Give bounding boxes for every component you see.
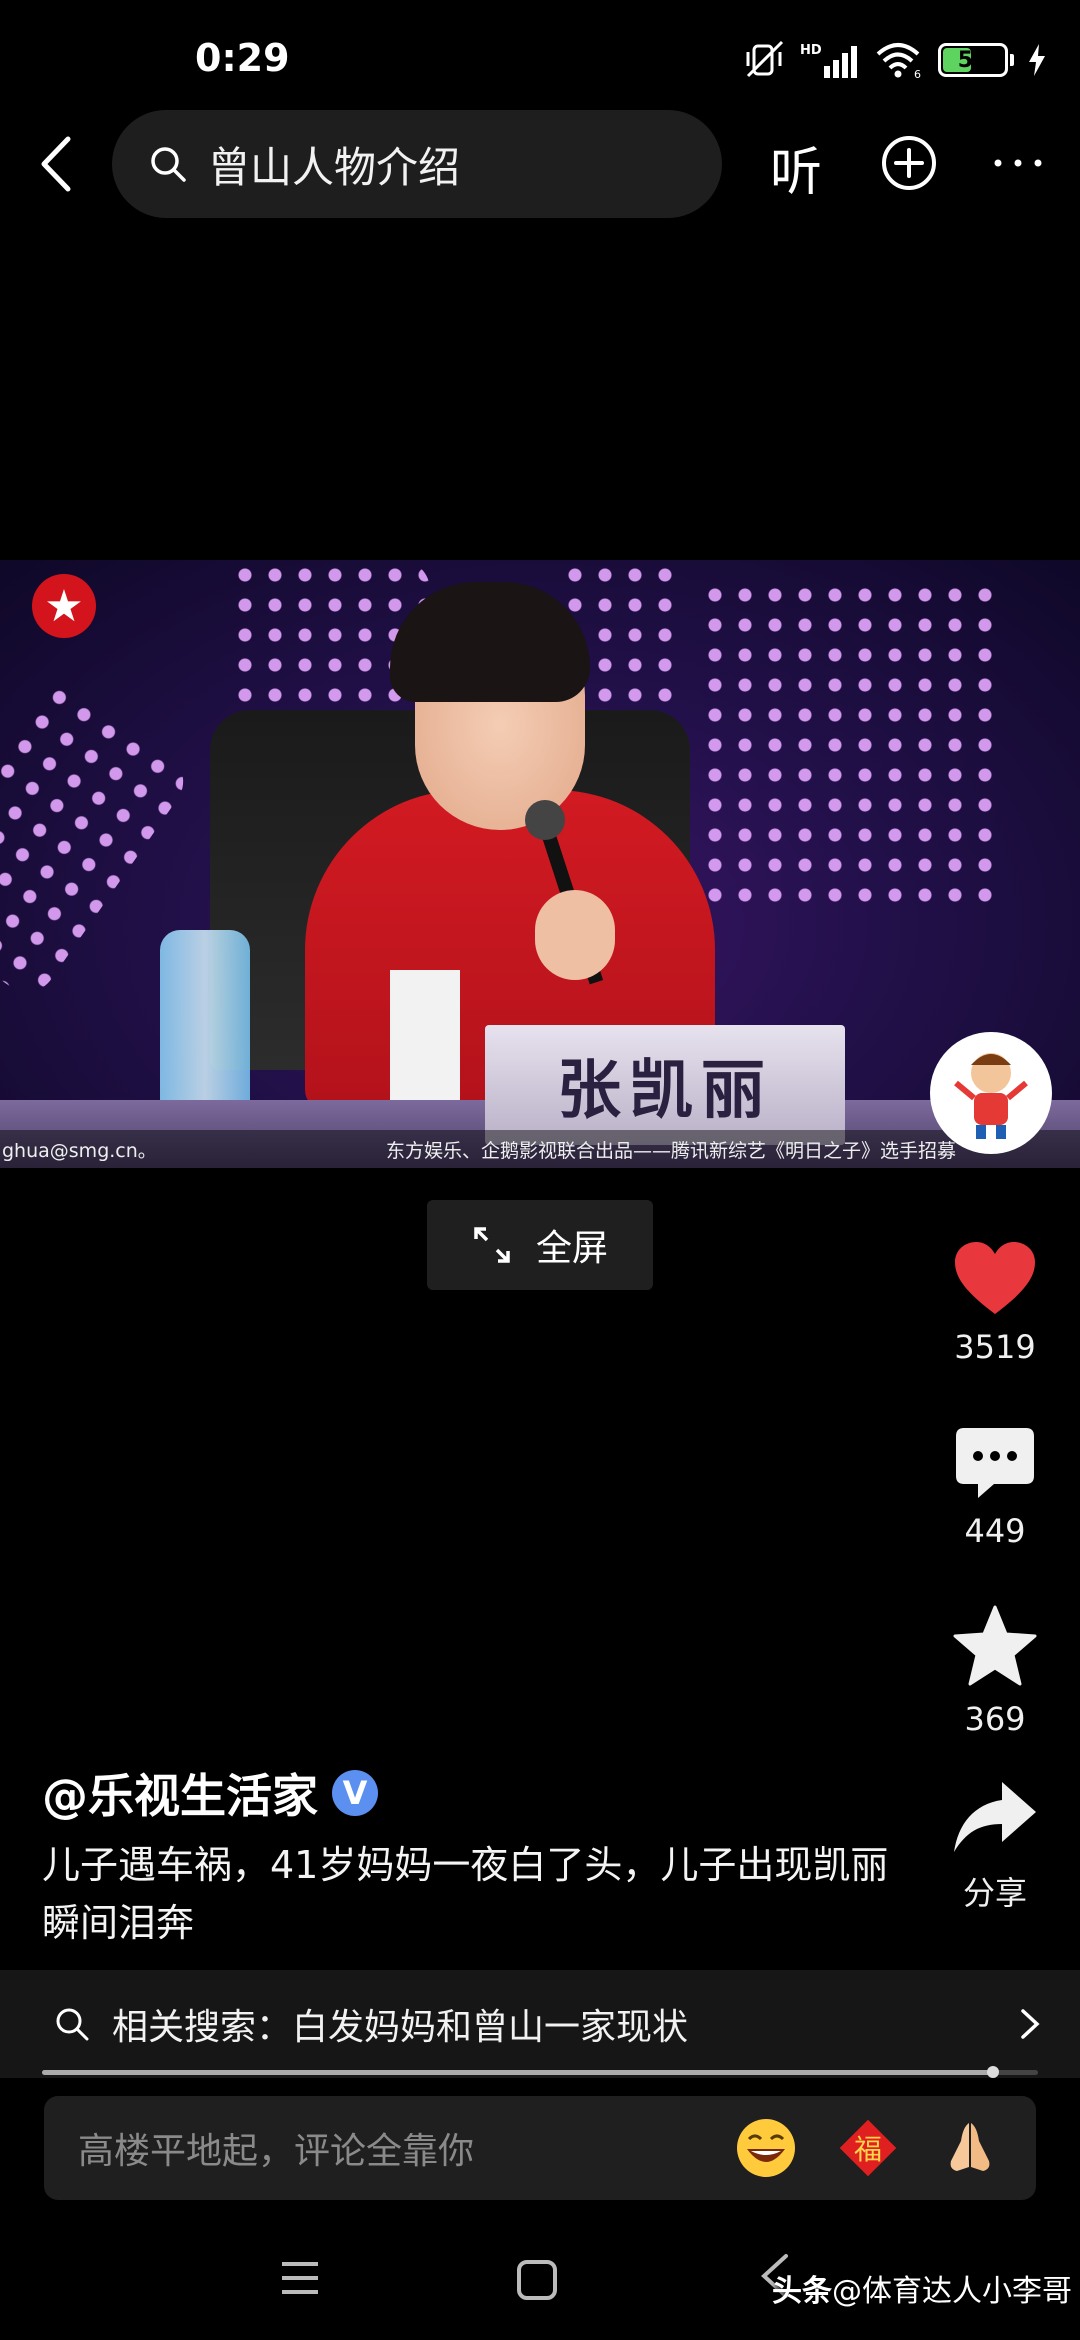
- channel-logo-icon: ★: [32, 574, 96, 638]
- search-icon: [56, 2008, 89, 2041]
- recents-button[interactable]: [280, 2258, 320, 2302]
- battery-icon: 50: [938, 43, 1014, 77]
- verified-badge-icon: V: [332, 1770, 378, 1816]
- comment-placeholder: 高楼平地起，评论全靠你: [78, 2131, 475, 2172]
- share-action[interactable]: 分享: [910, 1780, 1080, 1914]
- related-search-bar[interactable]: 相关搜索：白发妈妈和曾山一家现状: [0, 1970, 1080, 2078]
- comment-input[interactable]: 高楼平地起，评论全靠你 福: [44, 2096, 1036, 2200]
- person-hand: [535, 890, 615, 980]
- signal-icon: HD: [800, 43, 857, 78]
- home-button[interactable]: [515, 2258, 559, 2306]
- ticker-right: 东方娱乐、企鹅影视联合出品——腾讯新综艺《明日之子》选手招募: [386, 1139, 957, 1162]
- author-row[interactable]: @乐视生活家 V: [42, 1760, 378, 1826]
- back-button[interactable]: [26, 132, 86, 196]
- comment-action[interactable]: 449: [910, 1426, 1080, 1550]
- search-query: 曾山人物介绍: [208, 142, 461, 192]
- listen-button[interactable]: 听: [770, 130, 822, 205]
- star-icon: [953, 1605, 1037, 1686]
- milk-carton: [390, 970, 460, 1120]
- expand-icon: [474, 1227, 510, 1263]
- heart-icon: [955, 1242, 1035, 1314]
- like-count: 3519: [954, 1328, 1036, 1366]
- network-label: HD: [800, 43, 822, 58]
- comment-bubble-icon: [956, 1428, 1034, 1498]
- watermark-handle: @体育达人小李哥: [832, 2274, 1072, 2309]
- system-nav-bar: 头条@体育达人小李哥: [0, 2220, 1080, 2340]
- grinning-face-icon[interactable]: [732, 2114, 800, 2182]
- comment-count: 449: [964, 1512, 1026, 1550]
- add-button[interactable]: [880, 134, 938, 196]
- progress-fill: [42, 2070, 994, 2075]
- folded-hands-icon[interactable]: [936, 2114, 1004, 2182]
- chevron-right-icon: [1021, 2009, 1040, 2039]
- favorite-count: 369: [964, 1700, 1026, 1738]
- video-caption[interactable]: 儿子遇车祸，41岁妈妈一夜白了头，儿子出现凯丽瞬间泪奔: [42, 1836, 892, 1952]
- microphone-head: [525, 800, 565, 840]
- chevron-left-icon: [41, 136, 71, 192]
- share-arrow-icon: [954, 1782, 1036, 1852]
- author-name[interactable]: @乐视生活家: [42, 1760, 318, 1826]
- watermark: 头条@体育达人小李哥: [772, 2266, 1072, 2310]
- search-box[interactable]: 曾山人物介绍: [112, 110, 722, 218]
- charging-icon: [1029, 44, 1045, 76]
- stage-glitter: [700, 580, 1000, 910]
- mute-vibrate-icon: [746, 40, 784, 78]
- top-nav: 曾山人物介绍 听: [0, 108, 1080, 220]
- video-progress[interactable]: [42, 2066, 1038, 2078]
- fullscreen-button[interactable]: 全屏: [427, 1200, 653, 1290]
- like-action[interactable]: 3519: [910, 1240, 1080, 1366]
- status-bar: 0:29 HD 6 50: [0, 0, 1080, 120]
- watermark-brand: 头条: [772, 2274, 832, 2309]
- more-button[interactable]: [990, 138, 1046, 192]
- plus-circle-icon: [882, 136, 936, 190]
- nameplate: 张凯丽: [485, 1025, 845, 1145]
- fullscreen-label: 全屏: [535, 1228, 608, 1269]
- search-icon: [151, 147, 186, 182]
- more-dots-icon: [994, 159, 1042, 167]
- wifi-icon: 6: [876, 43, 921, 80]
- svg-text:福: 福: [854, 2133, 882, 2166]
- status-icons: HD 6 50: [744, 40, 1046, 80]
- fu-charm-icon[interactable]: 福: [834, 2114, 902, 2182]
- wifi-sub-label: 6: [914, 68, 921, 80]
- battery-level: 50: [957, 47, 989, 73]
- related-search-text: 相关搜索：白发妈妈和曾山一家现状: [112, 2007, 689, 2048]
- cartoon-badge-icon[interactable]: [930, 1032, 1052, 1154]
- nameplate-text: 张凯丽: [557, 1053, 773, 1128]
- video-player[interactable]: 张凯丽 ★ ghua@smg.cn。 东方娱乐、企鹅影视联合出品——腾讯新综艺《…: [0, 560, 1080, 1168]
- share-label: 分享: [962, 1874, 1027, 1912]
- news-ticker: ghua@smg.cn。 东方娱乐、企鹅影视联合出品——腾讯新综艺《明日之子》选…: [0, 1130, 1080, 1168]
- favorite-action[interactable]: 369: [910, 1604, 1080, 1738]
- menu-icon: [282, 2262, 318, 2294]
- ticker-left: ghua@smg.cn。: [2, 1139, 157, 1162]
- status-time: 0:29: [195, 36, 290, 80]
- square-icon: [517, 2260, 557, 2300]
